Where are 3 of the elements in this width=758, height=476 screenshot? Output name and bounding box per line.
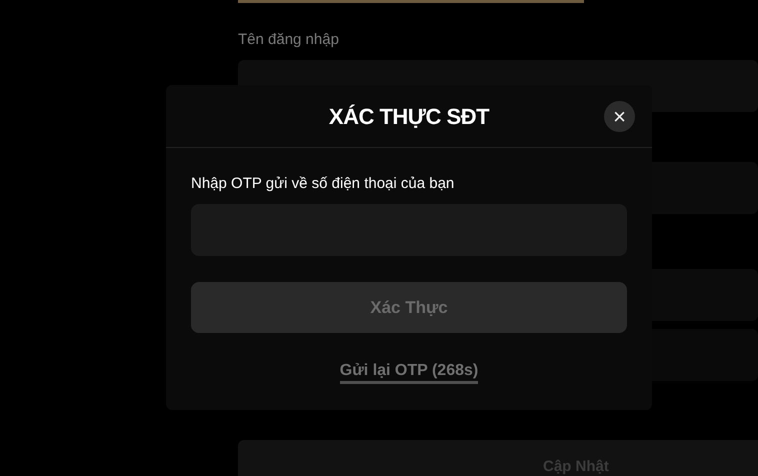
field-label: Nhập OTP gửi về số điện thoại của bạn — [191, 174, 456, 194]
modal-title: XÁC THỰC SĐT — [328, 102, 490, 130]
field-label: Tên đăng nhập — [238, 30, 340, 50]
